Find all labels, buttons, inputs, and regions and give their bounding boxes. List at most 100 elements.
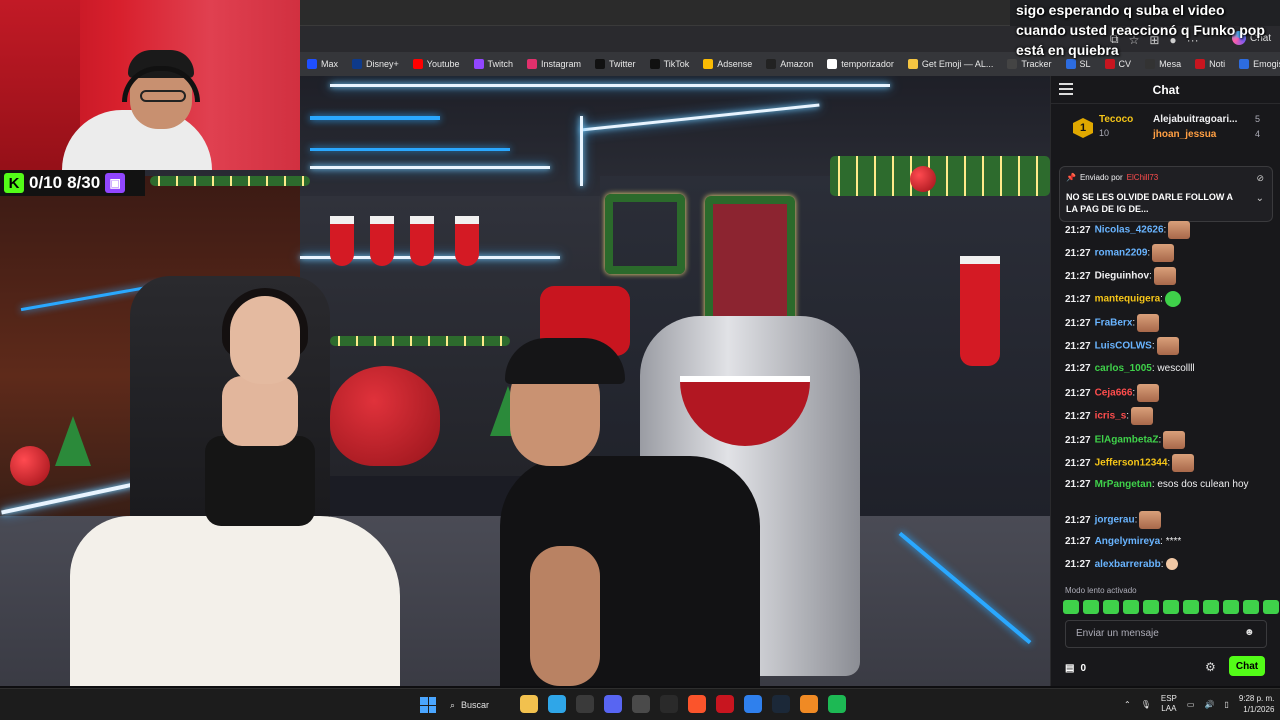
pinned-sender[interactable]: ElChill73 bbox=[1127, 173, 1159, 182]
red-app-icon[interactable] bbox=[716, 695, 734, 713]
battery-icon[interactable]: ▯ bbox=[1224, 700, 1228, 709]
unpin-icon[interactable]: ⊘ bbox=[1256, 173, 1264, 184]
chat-message-input[interactable]: Enviar un mensaje ☻ bbox=[1065, 620, 1267, 648]
bookmark-item[interactable]: Instagram bbox=[520, 52, 588, 76]
collapse-chat-icon[interactable] bbox=[1059, 83, 1073, 95]
bookmark-item[interactable]: Youtube bbox=[406, 52, 467, 76]
channel-points[interactable]: ▤ 0 bbox=[1065, 663, 1086, 674]
message-username[interactable]: alexbarrerabb bbox=[1095, 559, 1161, 570]
emote-icon[interactable] bbox=[1203, 600, 1219, 614]
chat-message: 21:27 icris_s: bbox=[1065, 407, 1271, 425]
message-username[interactable]: jorgerau bbox=[1095, 515, 1135, 526]
message-text: : bbox=[1160, 559, 1164, 570]
leaderboard-second-name[interactable]: Alejabuitragoari... bbox=[1153, 114, 1237, 125]
message-text: : bbox=[1132, 317, 1136, 329]
edge-icon[interactable] bbox=[548, 695, 566, 713]
chat-message: 21:27 LuisCOLWS: bbox=[1065, 337, 1271, 355]
message-username[interactable]: icris_s bbox=[1095, 411, 1127, 422]
emote-icon[interactable] bbox=[1143, 600, 1159, 614]
message-username[interactable]: FraBerx bbox=[1095, 318, 1133, 329]
leaderboard-third-name[interactable]: jhoan_jessua bbox=[1153, 129, 1216, 140]
emote-icon[interactable] bbox=[1243, 600, 1259, 614]
emote-icon[interactable] bbox=[1263, 600, 1279, 614]
message-text: : bbox=[1163, 224, 1167, 236]
bookmark-item[interactable]: Disney+ bbox=[345, 52, 406, 76]
message-username[interactable]: carlos_1005 bbox=[1095, 363, 1152, 374]
bookmark-label: Get Emoji — AL... bbox=[921, 59, 994, 69]
points-value: 0 bbox=[1080, 662, 1087, 674]
message-text: : esos dos culean hoy bbox=[1151, 479, 1249, 490]
bookmark-item[interactable]: Max bbox=[300, 52, 345, 76]
emoji-picker-icon[interactable]: ☻ bbox=[1244, 627, 1258, 641]
emote-icon[interactable] bbox=[1083, 600, 1099, 614]
chat-message: 21:27 Dieguinhov: bbox=[1065, 267, 1271, 285]
emote-icon[interactable] bbox=[1163, 600, 1179, 614]
message-username[interactable]: Jefferson12344 bbox=[1095, 458, 1168, 469]
message-username[interactable]: Angelymireya bbox=[1095, 536, 1161, 547]
search-icon: ⌕ bbox=[450, 699, 456, 710]
microphone-icon[interactable]: 🎙 bbox=[1141, 700, 1151, 709]
emote-icon[interactable] bbox=[1183, 600, 1199, 614]
tray-overflow-icon[interactable]: ⌃ bbox=[1124, 700, 1131, 709]
chat-input-placeholder: Enviar un mensaje bbox=[1076, 628, 1159, 639]
vscode-icon[interactable] bbox=[744, 695, 762, 713]
network-icon[interactable]: ▭ bbox=[1187, 700, 1195, 709]
message-time: 21:27 bbox=[1065, 514, 1091, 526]
pinned-message[interactable]: 📌 Enviado por ElChill73 NO SE LES OLVIDE… bbox=[1059, 166, 1273, 222]
message-time: 21:27 bbox=[1065, 434, 1091, 446]
leaderboard-second-count: 5 bbox=[1255, 114, 1261, 124]
expand-chevron-icon[interactable]: ⌄ bbox=[1256, 193, 1264, 204]
clock[interactable]: 9:28 p. m. 1/1/2026 bbox=[1239, 693, 1275, 715]
message-username[interactable]: roman2209 bbox=[1095, 248, 1148, 259]
discord-icon[interactable] bbox=[604, 695, 622, 713]
send-chat-button[interactable]: Chat bbox=[1229, 656, 1265, 676]
emote-icon[interactable] bbox=[1103, 600, 1119, 614]
windows-start-icon[interactable] bbox=[420, 697, 436, 713]
language-indicator[interactable]: ESP LAA bbox=[1161, 694, 1177, 714]
message-time: 21:27 bbox=[1065, 479, 1091, 490]
message-username[interactable]: mantequigera bbox=[1095, 294, 1161, 305]
emote-icon[interactable] bbox=[1063, 600, 1079, 614]
emote-icon[interactable] bbox=[1123, 600, 1139, 614]
bookmark-item[interactable]: TikTok bbox=[643, 52, 697, 76]
message-time: 21:27 bbox=[1065, 270, 1091, 282]
bookmark-label: temporizador bbox=[841, 59, 894, 69]
bookmark-favicon-icon bbox=[766, 59, 777, 69]
message-username[interactable]: Ceja666 bbox=[1095, 388, 1133, 399]
file-explorer-icon[interactable] bbox=[520, 695, 538, 713]
vlc-icon[interactable] bbox=[800, 695, 818, 713]
chat-settings-icon[interactable]: ⚙ bbox=[1205, 660, 1216, 674]
neon-light bbox=[580, 116, 583, 186]
bookmark-item[interactable]: Amazon bbox=[759, 52, 820, 76]
volume-icon[interactable]: 🔊 bbox=[1204, 700, 1214, 709]
store-icon[interactable] bbox=[576, 695, 594, 713]
bookmark-item[interactable]: Adsense bbox=[696, 52, 759, 76]
message-text: : wescollll bbox=[1151, 363, 1195, 374]
message-username[interactable]: MrPangetan bbox=[1095, 479, 1152, 490]
taskbar-search[interactable]: ⌕ Buscar bbox=[450, 695, 510, 715]
message-username[interactable]: ElAgambetaZ bbox=[1095, 435, 1159, 446]
windows-taskbar: ⌕ Buscar ⌃ 🎙 ESP LAA ▭ 🔊 ▯ 9:28 p. m. 1/… bbox=[0, 688, 1280, 720]
leaderboard-first-name[interactable]: Tecoco bbox=[1099, 114, 1133, 125]
message-username[interactable]: Dieguinhov bbox=[1095, 271, 1149, 282]
bookmark-favicon-icon bbox=[827, 59, 838, 69]
steam-icon[interactable] bbox=[772, 695, 790, 713]
leaderboard-first-count: 10 bbox=[1099, 128, 1110, 138]
region-code: LAA bbox=[1161, 704, 1177, 713]
bookmark-favicon-icon bbox=[649, 59, 660, 69]
gift-leaderboard: 1 Tecoco 10 Alejabuitragoari... 5 jhoan_… bbox=[1051, 106, 1280, 150]
clock-app-icon[interactable] bbox=[632, 695, 650, 713]
emote-icon[interactable] bbox=[1223, 600, 1239, 614]
message-text: : bbox=[1151, 340, 1155, 352]
bookmark-item[interactable]: Twitch bbox=[467, 52, 521, 76]
stocking bbox=[370, 216, 394, 266]
bookmark-item[interactable]: temporizador bbox=[820, 52, 901, 76]
bookmark-item[interactable]: Twitter bbox=[588, 52, 643, 76]
brave-icon[interactable] bbox=[688, 695, 706, 713]
message-username[interactable]: Nicolas_42626 bbox=[1095, 225, 1164, 236]
epic-games-icon[interactable] bbox=[660, 695, 678, 713]
message-username[interactable]: LuisCOLWS bbox=[1095, 341, 1152, 352]
spotify-icon[interactable] bbox=[828, 695, 846, 713]
bookmark-item[interactable]: Get Emoji — AL... bbox=[901, 52, 1001, 76]
message-text: : bbox=[1160, 293, 1163, 305]
